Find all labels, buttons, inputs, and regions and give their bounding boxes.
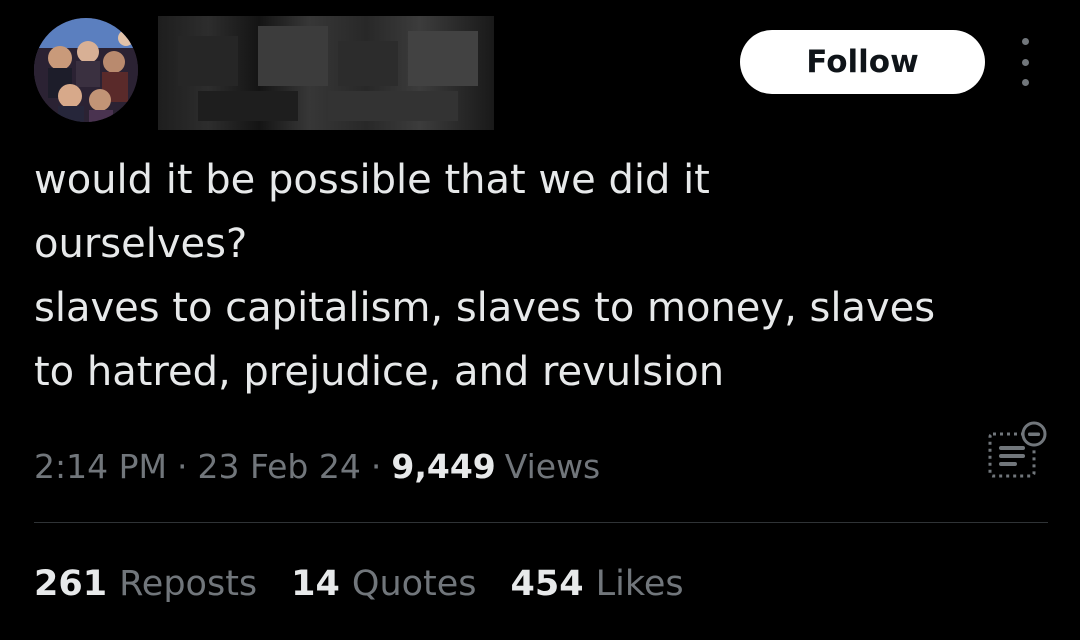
dot [1021,79,1029,86]
avatar[interactable] [34,18,138,122]
views-label: Views [504,446,601,486]
meta-separator: · [176,446,188,486]
dot [1021,38,1029,45]
reposts-count: 261 [34,564,108,604]
views-count: 9,449 [391,446,496,486]
quotes-count: 14 [291,564,340,604]
divider [34,522,1048,523]
group-photo-avatar-icon [34,18,138,122]
quotes-stat[interactable]: 14 Quotes [291,564,476,604]
tweet-meta: 2:14 PM · 23 Feb 24 · 9,449 Views [34,438,600,494]
analytics-icon[interactable] [986,420,1050,484]
reposts-stat[interactable]: 261 Reposts [34,564,257,604]
dot [1021,58,1029,66]
tweet-text: would it be possible that we did it ours… [34,157,936,395]
quotes-label: Quotes [351,564,477,604]
tweet-time[interactable]: 2:14 PM [34,447,167,486]
tweet-date[interactable]: 23 Feb 24 [197,447,360,486]
redacted-display-name [158,16,494,130]
engagement-stats: 261 Reposts 14 Quotes 454 Likes [34,556,718,612]
meta-separator: · [370,446,382,486]
likes-count: 454 [510,564,584,604]
more-vertical-icon[interactable] [1012,38,1038,86]
follow-button[interactable]: Follow [740,30,985,94]
likes-label: Likes [595,564,684,604]
likes-stat[interactable]: 454 Likes [511,564,684,604]
reposts-label: Reposts [119,564,258,604]
